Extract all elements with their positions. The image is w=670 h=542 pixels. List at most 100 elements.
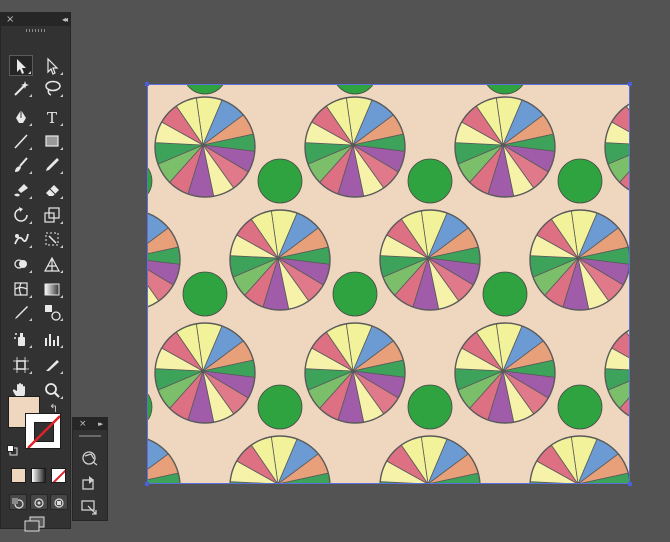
pie-circle[interactable] [304, 322, 406, 424]
zoom-tool[interactable] [40, 379, 64, 400]
green-dot[interactable] [333, 84, 377, 95]
rotate-tool[interactable] [9, 204, 33, 225]
pie-circle[interactable] [454, 96, 556, 198]
green-dot[interactable] [482, 271, 528, 317]
draw-behind-button[interactable] [30, 494, 48, 510]
swap-fill-stroke-icon[interactable]: ↰ [49, 402, 58, 415]
pie-circle[interactable] [379, 435, 481, 484]
resize-handle[interactable] [628, 482, 632, 486]
blob-brush-tool[interactable] [9, 179, 33, 200]
type-icon: T [47, 109, 57, 126]
artboard[interactable] [147, 84, 630, 484]
pie-circle[interactable] [147, 210, 181, 310]
green-dot[interactable] [147, 159, 153, 203]
resize-handle[interactable] [145, 482, 149, 486]
gradient-mode-button[interactable] [31, 468, 46, 483]
eraser-tool[interactable] [40, 179, 64, 200]
line-segment-icon [14, 133, 28, 149]
green-dot[interactable] [183, 84, 227, 95]
paintbrush-tool[interactable] [9, 154, 33, 175]
default-fill-stroke-icon[interactable] [7, 445, 18, 456]
lasso-tool[interactable] [40, 77, 64, 98]
pie-circle[interactable] [529, 209, 630, 311]
eyedropper-icon [15, 305, 28, 319]
free-transform-tool[interactable] [40, 228, 64, 249]
scale-tool[interactable] [40, 204, 64, 225]
magic-wand-tool[interactable] [9, 77, 33, 98]
green-dot[interactable] [407, 158, 453, 204]
green-dot[interactable] [407, 384, 453, 430]
close-icon[interactable]: × [6, 13, 14, 26]
warp-tool[interactable] [9, 228, 33, 249]
blend-icon [45, 304, 61, 321]
resize-handle[interactable] [628, 82, 632, 86]
panel-grip[interactable] [79, 435, 101, 437]
pattern-artwork[interactable] [147, 84, 630, 484]
type-tool[interactable]: T [40, 106, 64, 127]
close-icon[interactable]: × [79, 418, 87, 430]
pie-circle[interactable] [454, 322, 556, 424]
none-mode-button[interactable] [51, 468, 66, 483]
panel-grip[interactable] [26, 29, 46, 32]
green-dot[interactable] [257, 384, 303, 430]
eyedropper-tool[interactable] [9, 301, 33, 322]
pie-circle[interactable] [154, 322, 256, 424]
shape-builder-tool[interactable] [9, 253, 33, 274]
symbol-sprayer-icon[interactable] [80, 450, 100, 468]
rectangle-tool[interactable] [40, 130, 64, 151]
pie-circle[interactable] [229, 435, 331, 484]
perspective-grid-tool[interactable] [40, 253, 64, 274]
tools-panel: × ◂◂ T ↰ [0, 12, 71, 532]
green-dot[interactable] [557, 158, 603, 204]
none-slash-icon [27, 415, 60, 448]
pen-tool[interactable] [9, 106, 33, 127]
lasso-icon [45, 80, 61, 96]
floating-panel-titlebar[interactable]: × ▸▸ [73, 418, 107, 430]
symbol-sprayer-tool[interactable] [9, 328, 33, 349]
free-transform-icon [45, 232, 59, 245]
green-dot[interactable] [332, 271, 378, 317]
gradient-tool[interactable] [40, 278, 64, 299]
artboard-tool[interactable] [9, 354, 33, 375]
pie-circle[interactable] [529, 435, 630, 484]
mesh-tool[interactable] [9, 278, 33, 299]
green-dot[interactable] [483, 84, 527, 95]
scale-icon [44, 206, 60, 223]
pencil-tool[interactable] [40, 154, 64, 175]
pie-circle[interactable] [604, 97, 630, 197]
slice-tool[interactable] [40, 354, 64, 375]
line-segment-tool[interactable] [9, 130, 33, 151]
magic-wand-icon [14, 80, 29, 96]
break-link-icon[interactable] [80, 498, 100, 516]
svg-text:T: T [47, 109, 57, 126]
pie-circle[interactable] [304, 96, 406, 198]
selection-icon [17, 58, 26, 74]
green-dot[interactable] [257, 158, 303, 204]
blend-tool[interactable] [40, 301, 64, 322]
resize-handle[interactable] [145, 82, 149, 86]
symbol-sprayer-icon [14, 332, 25, 346]
draw-inside-button[interactable] [50, 494, 68, 510]
green-dot[interactable] [557, 384, 603, 430]
place-symbol-icon[interactable] [80, 474, 100, 492]
pie-circle[interactable] [154, 96, 256, 198]
column-graph-tool[interactable] [40, 328, 64, 349]
pie-circle[interactable] [379, 209, 481, 311]
collapse-icon[interactable]: ◂◂ [62, 13, 68, 26]
selection-tool[interactable] [9, 55, 33, 76]
stroke-color-swatch[interactable] [25, 413, 61, 449]
paintbrush-icon [15, 156, 28, 172]
pie-circle[interactable] [604, 323, 630, 423]
screen-mode-icon[interactable] [24, 516, 46, 532]
pie-circle[interactable] [147, 436, 181, 484]
green-dot[interactable] [182, 271, 228, 317]
color-mode-button[interactable] [11, 468, 26, 483]
expand-icon[interactable]: ▸▸ [98, 418, 103, 430]
gradient-icon [44, 283, 60, 295]
direct-selection-tool[interactable] [40, 55, 64, 76]
artboard-icon [13, 356, 29, 373]
draw-normal-button[interactable] [9, 494, 27, 510]
tools-panel-titlebar[interactable]: × ◂◂ [1, 13, 70, 26]
pie-circle[interactable] [229, 209, 331, 311]
green-dot[interactable] [147, 385, 153, 429]
